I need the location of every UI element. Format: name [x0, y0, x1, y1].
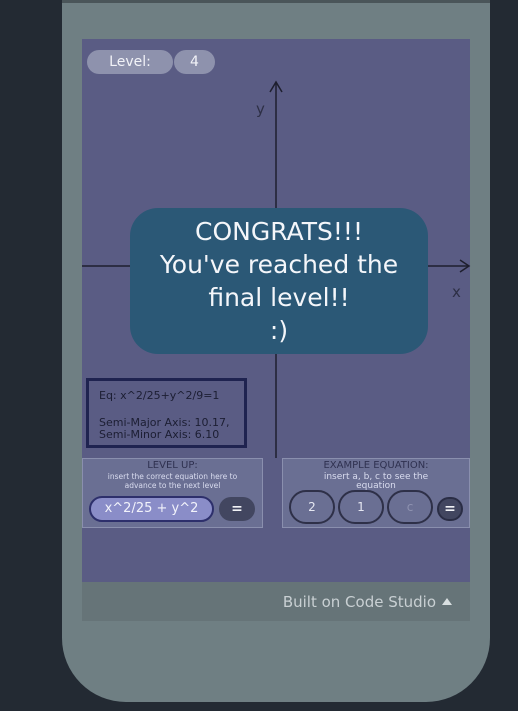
x-axis-label: x — [452, 283, 461, 301]
congrats-line-3: final level!! — [208, 283, 350, 312]
coefficient-c-input[interactable]: c — [387, 490, 433, 524]
caret-up-icon — [442, 598, 452, 605]
congrats-line-1: CONGRATS!!! — [195, 217, 363, 246]
example-equation-subtitle: insert a, b, c to see the equation — [323, 472, 429, 491]
level-label: Level: — [87, 50, 173, 74]
submit-equation-button[interactable]: = — [219, 497, 255, 521]
example-equation-panel: EXAMPLE EQUATION: insert a, b, c to see … — [282, 458, 470, 528]
congrats-banner: CONGRATS!!! You've reached the final lev… — [130, 208, 428, 354]
built-on-code-studio-link[interactable]: Built on Code Studio — [283, 593, 452, 611]
footer-text: Built on Code Studio — [282, 592, 436, 611]
y-axis-label: y — [256, 100, 265, 118]
coefficient-b-input[interactable]: 1 — [338, 490, 384, 524]
example-equation-title: EXAMPLE EQUATION: — [323, 460, 429, 471]
equation-info-box: Eq: x^2/25+y^2/9=1 Semi-Major Axis: 10.1… — [86, 378, 247, 448]
congrats-line-2: You've reached the — [159, 250, 399, 279]
coefficient-a-input[interactable]: 2 — [289, 490, 335, 524]
footer-bar[interactable]: Built on Code Studio — [82, 582, 470, 621]
congrats-line-4: :) — [269, 316, 289, 345]
equation-input[interactable]: x^2/25 + y^2 — [89, 496, 214, 522]
level-up-title: LEVEL UP: — [147, 460, 198, 471]
equation-text: Eq: x^2/25+y^2/9=1 — [99, 389, 220, 402]
axes-text: Semi-Major Axis: 10.17, Semi-Minor Axis:… — [99, 416, 230, 441]
level-value: 4 — [174, 50, 215, 74]
level-up-subtitle: insert the correct equation here to adva… — [107, 472, 238, 490]
show-example-button[interactable]: = — [437, 497, 463, 521]
level-up-panel: LEVEL UP: insert the correct equation he… — [82, 458, 263, 528]
